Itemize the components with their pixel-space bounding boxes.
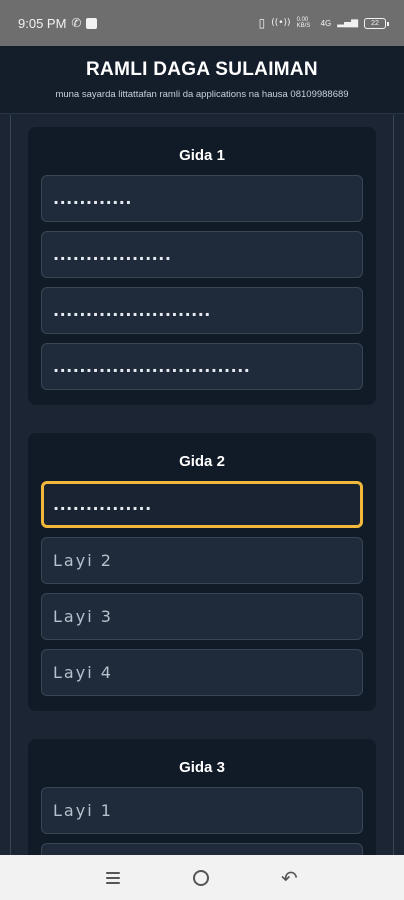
battery-level: 22 (371, 19, 379, 27)
vibrate-icon: ▯ (258, 16, 266, 30)
app-header: RAMLI DAGA SULAIMAN muna sayarda littatt… (0, 46, 404, 114)
group-card-2: Gida 2 ............... Layi 2 Layi 3 Lay… (28, 433, 376, 711)
whatsapp-icon: ✆ (71, 16, 82, 30)
line-input-1[interactable]: Layi 1 (41, 787, 363, 834)
notification-icon (86, 17, 98, 29)
group-card-1: Gida 1 ............ .................. .… (28, 127, 376, 405)
line-input-2[interactable]: Layi 2 (41, 537, 363, 584)
battery-icon: 22 (364, 17, 389, 29)
line-input-4[interactable]: Layi 4 (41, 649, 363, 696)
signal-icon: ▂▄▆ (337, 18, 358, 28)
system-nav-bar: ↶ (0, 855, 404, 900)
group-title: Gida 3 (179, 759, 225, 776)
page-subtitle: muna sayarda littattafan ramli da applic… (55, 89, 349, 100)
scroll-content[interactable]: Gida 1 ............ .................. .… (0, 115, 404, 855)
back-icon[interactable]: ↶ (281, 866, 298, 890)
line-input-1[interactable]: ............... (41, 481, 363, 528)
line-input-3[interactable]: ........................ (41, 287, 363, 334)
status-right: ▯ ((•)) 0.00 KB/S 4G ▂▄▆ 22 (258, 16, 389, 30)
group-card-3: Gida 3 Layi 1 (28, 739, 376, 855)
status-left: 9:05 PM ✆ (18, 15, 98, 31)
group-title: Gida 2 (179, 453, 225, 470)
line-input-4[interactable]: .............................. (41, 343, 363, 390)
page-title: RAMLI DAGA SULAIMAN (86, 59, 318, 80)
line-input-3[interactable]: Layi 3 (41, 593, 363, 640)
status-bar: 9:05 PM ✆ ▯ ((•)) 0.00 KB/S 4G ▂▄▆ 22 (0, 0, 404, 46)
network-type: 4G (320, 18, 332, 28)
status-time: 9:05 PM (18, 15, 67, 31)
home-icon[interactable] (192, 869, 209, 886)
network-speed: 0.00 KB/S (296, 17, 311, 29)
line-input-2[interactable] (41, 843, 363, 855)
line-input-2[interactable]: .................. (41, 231, 363, 278)
menu-icon[interactable] (106, 871, 121, 884)
line-input-1[interactable]: ............ (41, 175, 363, 222)
hotspot-icon: ((•)) (271, 18, 291, 28)
group-title: Gida 1 (179, 147, 225, 164)
